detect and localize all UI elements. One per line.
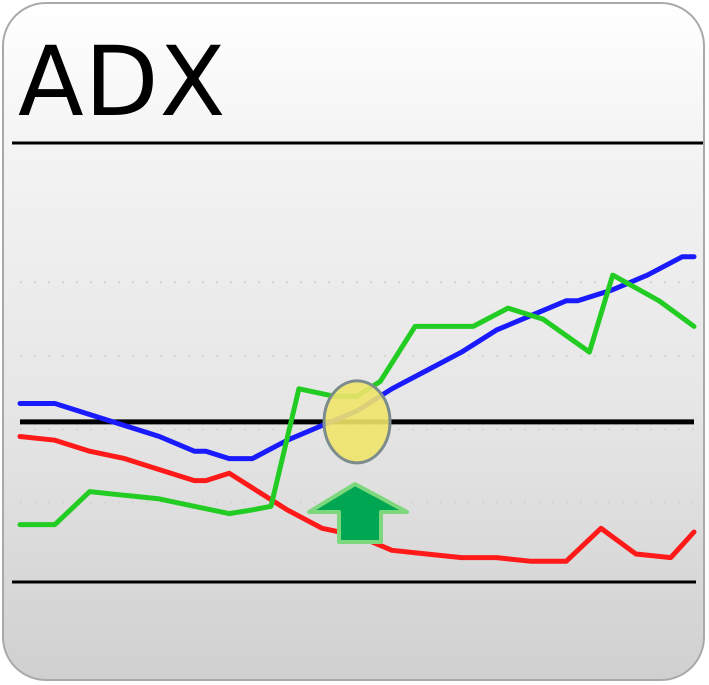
up-arrow-icon: [307, 482, 409, 544]
adx-chart: [12, 141, 703, 584]
chart-marks: [307, 379, 409, 544]
adx-tile: ADX: [2, 2, 705, 681]
crossover-highlight: [322, 379, 392, 465]
